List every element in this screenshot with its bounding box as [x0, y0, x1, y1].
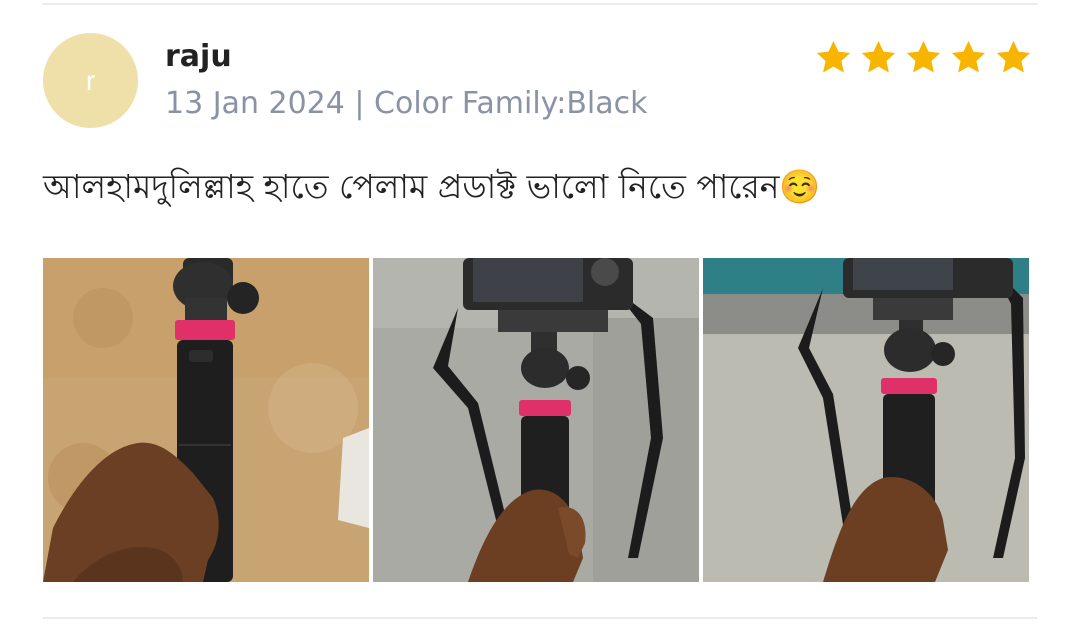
avatar: r [43, 33, 138, 128]
star-icon [906, 40, 941, 73]
review-photo-3[interactable] [703, 258, 1029, 582]
star-rating [814, 38, 1033, 77]
review-text: আলহামদুলিল্লাহ হাতে পেলাম প্রডাক্ট ভালো … [43, 167, 821, 206]
review-meta: 13 Jan 2024 | Color Family:Black [165, 86, 648, 121]
review-photo-1[interactable] [43, 258, 369, 582]
avatar-letter: r [85, 64, 96, 96]
star-icon [996, 40, 1031, 73]
top-divider [43, 3, 1037, 5]
bottom-divider [43, 617, 1037, 619]
star-icon [861, 40, 896, 73]
review-photo-2[interactable] [373, 258, 699, 582]
star-icon [951, 40, 986, 73]
star-icon [816, 40, 851, 73]
review-photos [43, 258, 1029, 582]
reviewer-name: raju [165, 39, 232, 74]
